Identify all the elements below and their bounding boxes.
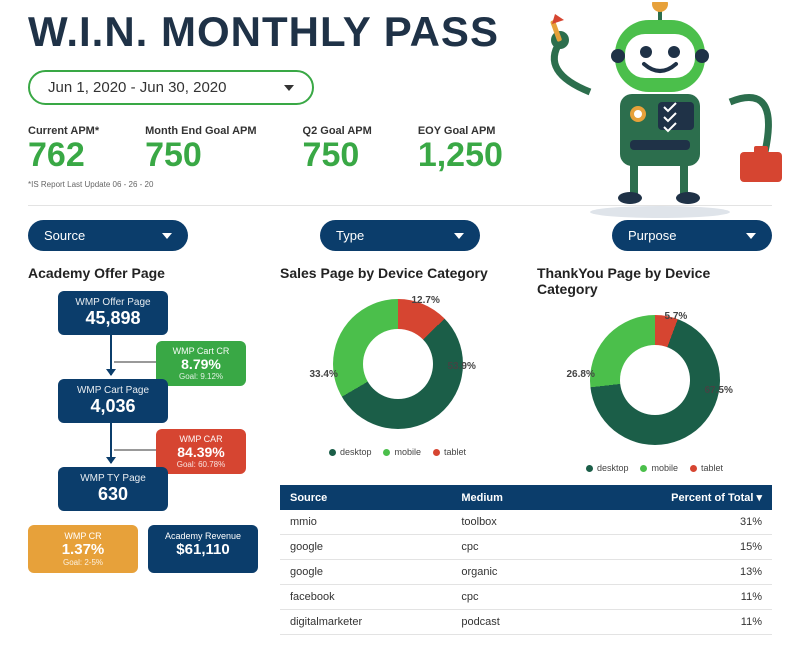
academy-title: Academy Offer Page — [28, 265, 258, 281]
filter-purpose[interactable]: Purpose — [612, 220, 772, 251]
table-row: googleorganic13% — [280, 560, 772, 585]
th-medium[interactable]: Medium — [451, 485, 565, 510]
pill-wmp-cr: WMP CR 1.37% Goal: 2-5% — [28, 525, 138, 573]
chevron-down-icon — [162, 233, 172, 239]
callout-car: WMP CAR 84.39% Goal: 60.78% — [156, 429, 246, 474]
table-row: facebookcpc11% — [280, 585, 772, 610]
callout-cart-cr: WMP Cart CR 8.79% Goal: 9.12% — [156, 341, 246, 386]
funnel-node-offer: WMP Offer Page 45,898 — [58, 291, 168, 335]
chevron-down-icon — [284, 85, 294, 91]
th-percent[interactable]: Percent of Total ▾ — [566, 485, 772, 510]
table-row: googlecpc15% — [280, 535, 772, 560]
filter-source[interactable]: Source — [28, 220, 188, 251]
metric-month-end-goal: Month End Goal APM 750 — [145, 125, 256, 174]
legend-thankyou: desktop mobile tablet — [537, 463, 772, 473]
chevron-down-icon — [746, 233, 756, 239]
donut-thankyou: ThankYou Page by Device Category 5.7% 67… — [537, 265, 772, 473]
metric-eoy-goal: EOY Goal APM 1,250 — [418, 125, 503, 174]
donut-sales: Sales Page by Device Category 12.7% 53.9… — [280, 265, 515, 473]
funnel-node-ty: WMP TY Page 630 — [58, 467, 168, 511]
academy-funnel: WMP Offer Page 45,898 WMP Cart CR 8.79% … — [28, 291, 258, 601]
table-row: mmiotoolbox31% — [280, 510, 772, 535]
table-row: digitalmarketerpodcast11% — [280, 610, 772, 635]
pill-academy-revenue: Academy Revenue $61,110 — [148, 525, 258, 573]
source-table: Source Medium Percent of Total ▾ mmiotoo… — [280, 485, 772, 635]
filter-row: Source Type Purpose — [28, 220, 772, 251]
robot-illustration — [530, 2, 790, 222]
date-range-value: Jun 1, 2020 - Jun 30, 2020 — [48, 79, 226, 96]
chevron-down-icon — [454, 233, 464, 239]
legend-sales: desktop mobile tablet — [280, 447, 515, 457]
th-source[interactable]: Source — [280, 485, 451, 510]
date-range-selector[interactable]: Jun 1, 2020 - Jun 30, 2020 — [28, 70, 314, 105]
metric-current-apm: Current APM* 762 — [28, 125, 99, 174]
filter-type[interactable]: Type — [320, 220, 480, 251]
funnel-node-cart: WMP Cart Page 4,036 — [58, 379, 168, 423]
metric-q2-goal: Q2 Goal APM 750 — [303, 125, 372, 174]
